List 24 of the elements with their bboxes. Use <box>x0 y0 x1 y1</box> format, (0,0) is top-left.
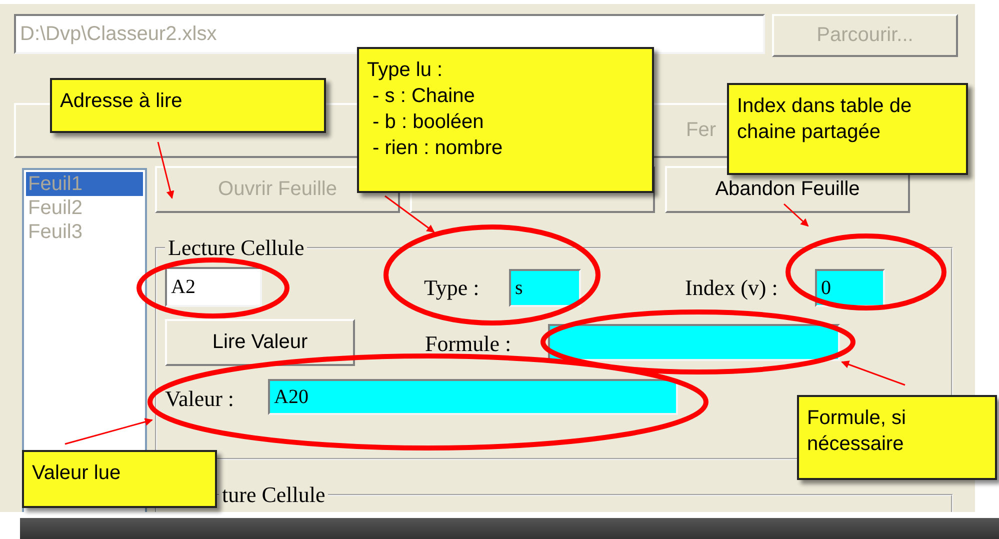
type-label: Type : <box>424 275 480 301</box>
index-label: Index (v) : <box>685 275 779 301</box>
arrow <box>384 195 435 233</box>
address-field[interactable]: A2 <box>165 267 262 307</box>
callout-line: - b : booléen <box>372 110 485 135</box>
formula-field[interactable] <box>548 324 840 361</box>
group-title: Lecture Cellule <box>167 235 306 261</box>
arrow <box>157 142 174 199</box>
arrow <box>841 360 906 386</box>
note-tooltip: Adresse à lire <box>50 78 326 133</box>
callout-line: Type lu : <box>367 58 444 83</box>
note-tooltip: Index dans table de chaine partagée <box>727 83 968 175</box>
note-tooltip: Formule, si nécessaire <box>797 395 997 480</box>
note-tooltip: Valeur lue <box>22 450 217 508</box>
value-field[interactable]: A20 <box>268 379 678 415</box>
index-field[interactable]: 0 <box>815 269 885 307</box>
type-field[interactable]: s <box>509 269 581 307</box>
value-label: Valeur : <box>165 386 236 412</box>
arrow <box>784 203 809 227</box>
group-title: ture Cellule <box>221 482 326 508</box>
read-value-button[interactable]: Lire Valeur <box>165 319 355 366</box>
formula-label: Formule : <box>425 331 512 357</box>
callout-line: - rien : nombre <box>372 136 504 161</box>
callout-line: - s : Chaine <box>372 84 476 109</box>
